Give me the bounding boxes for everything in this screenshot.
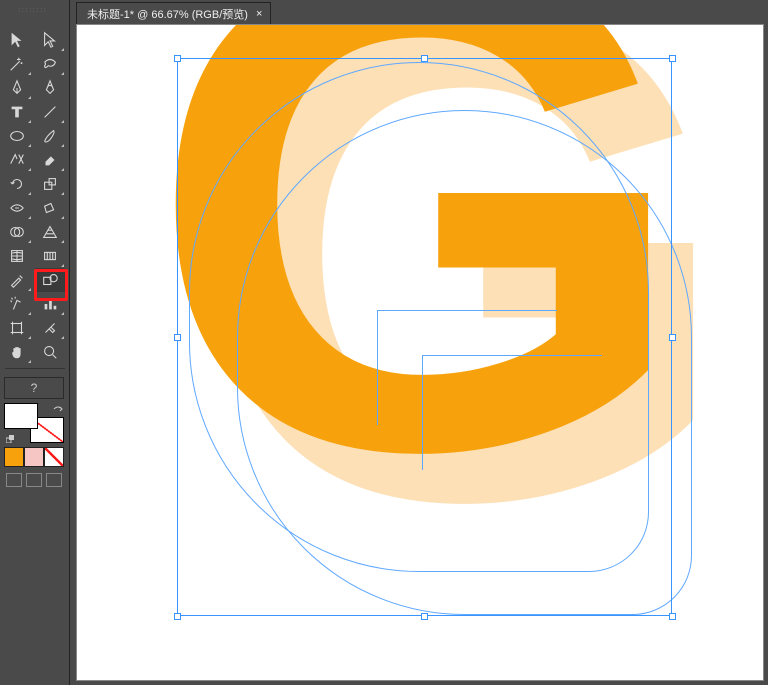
draw-inside-icon[interactable] (46, 473, 62, 487)
column-graph-tool[interactable] (35, 292, 65, 316)
draw-behind-icon[interactable] (26, 473, 42, 487)
eraser-tool[interactable] (35, 148, 65, 172)
lasso-tool[interactable] (35, 52, 65, 76)
fill-swatch[interactable] (4, 403, 38, 429)
zoom-tool[interactable] (35, 340, 65, 364)
sel-handle-ml[interactable] (174, 334, 181, 341)
pen-tool[interactable] (2, 76, 32, 100)
gradient-tool[interactable] (35, 244, 65, 268)
toolbar-divider (5, 368, 65, 369)
shaper-tool[interactable] (2, 148, 32, 172)
document-tab[interactable]: 未标题-1* @ 66.67% (RGB/预览) × (76, 2, 271, 25)
canvas[interactable]: G G (76, 24, 764, 681)
color-mode-swatches (4, 447, 65, 467)
swap-swatch-icon[interactable] (6, 433, 16, 443)
direct-selection-tool[interactable] (35, 28, 65, 52)
help-button[interactable]: ? (4, 377, 64, 399)
magic-wand-tool[interactable] (2, 52, 32, 76)
scale-tool[interactable] (35, 172, 65, 196)
sel-handle-tl[interactable] (174, 55, 181, 62)
selection-tool[interactable] (2, 28, 32, 52)
curvature-tool[interactable] (35, 76, 65, 100)
symbol-sprayer-tool[interactable] (2, 292, 32, 316)
paintbrush-tool[interactable] (35, 124, 65, 148)
sel-handle-bc[interactable] (421, 613, 428, 620)
tools-panel: :::::::: (0, 0, 70, 685)
draw-normal-icon[interactable] (6, 473, 22, 487)
document-tab-title: 未标题-1* @ 66.67% (RGB/预览) (87, 6, 248, 22)
artboard-tool[interactable] (2, 316, 32, 340)
selection-bounds (177, 58, 672, 616)
type-tool[interactable] (2, 100, 32, 124)
free-transform-tool[interactable] (35, 196, 65, 220)
sel-handle-bl[interactable] (174, 613, 181, 620)
blend-tool[interactable] (35, 268, 65, 292)
swatch-none[interactable] (44, 447, 64, 467)
fill-stroke-swatch[interactable] (4, 403, 64, 443)
tool-grid (2, 28, 68, 373)
line-tool[interactable] (35, 100, 65, 124)
rotate-tool[interactable] (2, 172, 32, 196)
sel-handle-mr[interactable] (669, 334, 676, 341)
width-tool[interactable] (2, 196, 32, 220)
screen-mode-icons (6, 473, 65, 487)
swatch-color[interactable] (4, 447, 24, 467)
default-swatch-icon[interactable] (52, 403, 64, 415)
slice-tool[interactable] (35, 316, 65, 340)
panel-grip[interactable]: :::::::: (0, 4, 66, 18)
mesh-tool[interactable] (2, 244, 32, 268)
rectangle-tool[interactable] (2, 124, 32, 148)
swatch-gradient[interactable] (24, 447, 44, 467)
hand-tool[interactable] (2, 340, 32, 364)
sel-handle-tr[interactable] (669, 55, 676, 62)
document-tabbar: 未标题-1* @ 66.67% (RGB/预览) × (76, 2, 764, 24)
close-tab-icon[interactable]: × (256, 8, 262, 20)
shape-builder-tool[interactable] (2, 220, 32, 244)
eyedropper-tool[interactable] (2, 268, 32, 292)
perspective-tool[interactable] (35, 220, 65, 244)
sel-handle-tc[interactable] (421, 55, 428, 62)
sel-handle-br[interactable] (669, 613, 676, 620)
